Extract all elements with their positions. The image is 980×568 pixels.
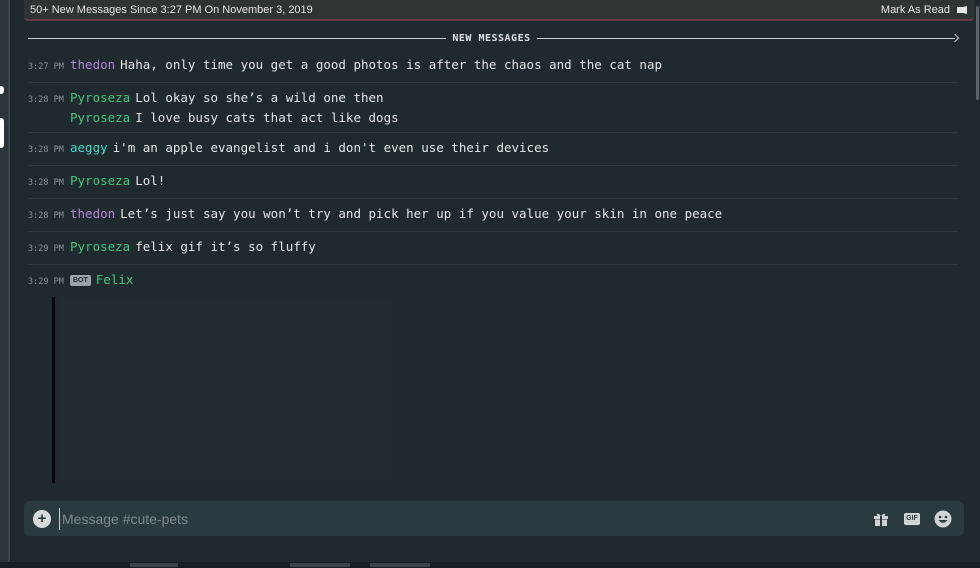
gif-embed[interactable] [52, 297, 392, 483]
chat-area: 50+ New Messages Since 3:27 PM On Novemb… [10, 0, 980, 568]
taskbar-strip [0, 562, 980, 568]
message-group[interactable]: 3:28 PM thedon Let’s just say you won’t tr… [28, 199, 958, 232]
new-messages-divider: NEW MESSAGES [28, 31, 960, 45]
message-username[interactable]: Felix [96, 271, 134, 288]
message-timestamp: 3:28 PM [28, 95, 64, 105]
message-line: 3:29 PM BOT Felix [28, 271, 958, 291]
divider-cap [950, 33, 960, 43]
message-username[interactable]: Pyroseza [70, 172, 130, 189]
mark-as-read-button[interactable]: Mark As Read [881, 4, 968, 16]
message-group[interactable]: 3:28 PM Pyroseza Lol okay so she’s a wild … [28, 83, 958, 133]
gift-icon-svg [874, 513, 888, 526]
emoji-icon-svg [934, 510, 952, 527]
message-timestamp: 3:28 PM [28, 145, 64, 155]
message-group[interactable]: 3:28 PM aeggy i'm an apple evangelist and … [28, 133, 958, 166]
divider-line [536, 37, 955, 39]
message-line: 3:28 PM thedon Let’s just say you won’t tr… [28, 205, 958, 225]
message-username[interactable]: Pyroseza [70, 109, 130, 126]
message-line: 3:28 PM Pyroseza Lol! [28, 172, 958, 192]
message-text: i'm an apple evangelist and i don't even… [112, 140, 550, 155]
message-text: Let’s just say you won’t try and pick he… [120, 206, 723, 221]
message-line: 3:27 PM thedon Haha, only time you get a g… [28, 56, 958, 76]
gif-label: GIF [904, 512, 920, 525]
message-timestamp: 3:28 PM [28, 178, 64, 188]
message-timestamp: 3:27 PM [28, 62, 64, 72]
message-line: Pyroseza I love busy cats that act like d… [28, 109, 958, 126]
server-indicator [0, 86, 4, 94]
bot-badge: BOT [70, 275, 91, 286]
message-username[interactable]: Pyroseza [70, 238, 130, 255]
scrollbar[interactable] [976, 6, 979, 100]
message-line: 3:28 PM Pyroseza Lol okay so she’s a wild … [28, 89, 958, 109]
gift-icon[interactable] [871, 509, 891, 529]
bot-message-group[interactable]: 3:29 PM BOT Felix [28, 265, 958, 297]
server-rail [0, 0, 10, 568]
message-input[interactable] [59, 507, 871, 530]
plus-circle-icon[interactable]: + [33, 509, 51, 528]
mark-read-icon [957, 5, 967, 14]
message-group[interactable]: 3:28 PM Pyroseza Lol! [28, 166, 958, 199]
gif-image-placeholder[interactable] [61, 297, 392, 483]
message-text: I love busy cats that act like dogs [135, 110, 399, 125]
message-username[interactable]: thedon [70, 56, 115, 73]
mark-as-read-label: Mark As Read [880, 3, 950, 16]
new-messages-banner[interactable]: 50+ New Messages Since 3:27 PM On Novemb… [24, 0, 974, 21]
message-username[interactable]: aeggy [70, 139, 108, 156]
message-username[interactable]: Pyroseza [70, 89, 130, 106]
server-indicator-active [0, 118, 4, 148]
message-timestamp: 3:28 PM [28, 211, 64, 221]
message-text: Lol! [135, 173, 166, 188]
gif-icon[interactable]: GIF [902, 509, 922, 529]
message-timestamp: 3:29 PM [28, 244, 64, 254]
message-group[interactable]: 3:27 PM thedon Haha, only time you get a g… [28, 50, 958, 83]
message-group[interactable]: 3:29 PM Pyroseza felix gif it’s so fluffy [28, 232, 958, 265]
message-text: Lol okay so she’s a wild one then [135, 90, 384, 105]
new-messages-text: 50+ New Messages Since 3:27 PM On Novemb… [30, 3, 313, 16]
message-username[interactable]: thedon [70, 205, 115, 222]
message-text: Haha, only time you get a good photos is… [120, 57, 663, 72]
divider-line [28, 37, 447, 39]
message-timestamp: 3:29 PM [28, 277, 64, 287]
message-list: 3:27 PM thedon Haha, only time you get a g… [28, 50, 958, 297]
new-messages-label: NEW MESSAGES [452, 32, 531, 44]
message-text: felix gif it’s so fluffy [135, 239, 316, 254]
message-composer: + GIF [24, 501, 964, 536]
emoji-icon[interactable] [933, 509, 953, 529]
message-line: 3:29 PM Pyroseza felix gif it’s so fluffy [28, 238, 958, 258]
message-line: 3:28 PM aeggy i'm an apple evangelist and … [28, 139, 958, 159]
